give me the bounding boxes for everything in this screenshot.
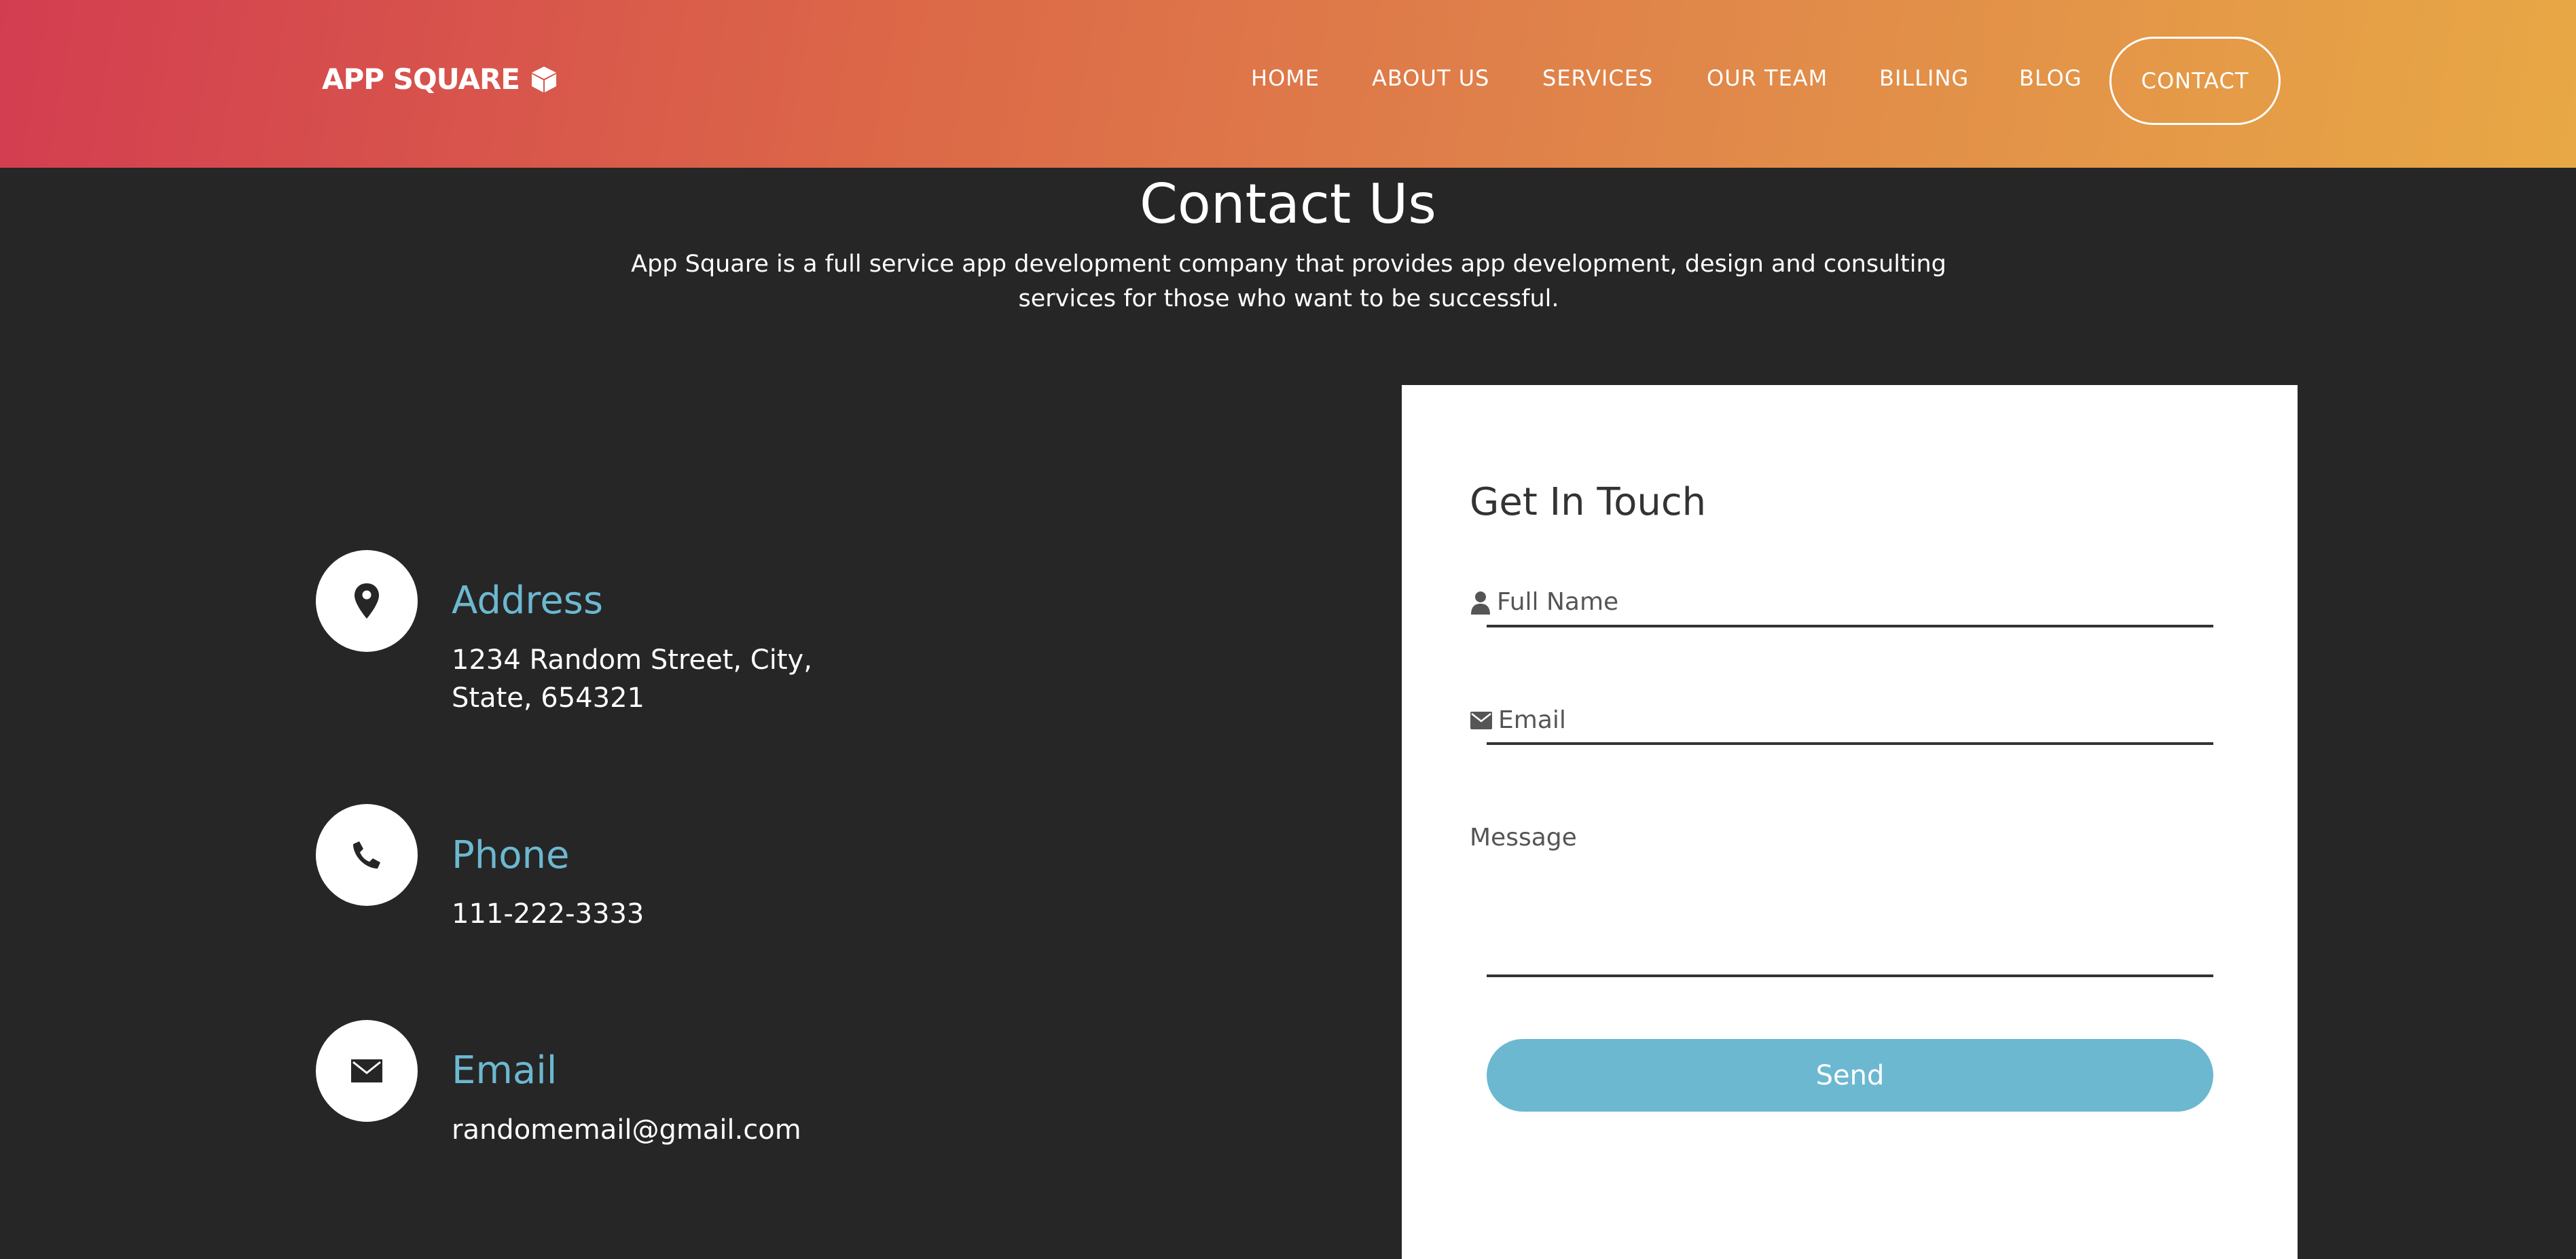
- top-navbar: APP SQUARE HOME ABOUT US SERVICES OUR TE…: [0, 0, 2576, 168]
- full-name-underline: [1487, 625, 2213, 627]
- email-underline: [1487, 742, 2213, 745]
- address-text: 1234 Random Street, City, State, 654321: [452, 644, 812, 714]
- send-button[interactable]: Send: [1487, 1039, 2213, 1112]
- nav-contact-label: CONTACT: [2141, 68, 2249, 94]
- page-description: App Square is a full service app develop…: [631, 251, 1946, 312]
- phone-text: 111-222-3333: [452, 898, 645, 930]
- phone-heading: Phone: [452, 833, 570, 877]
- email-placeholder: Email: [1498, 706, 1566, 734]
- address-icon-circle: [316, 550, 418, 652]
- nav-billing[interactable]: BILLING: [1879, 65, 1969, 91]
- contact-form-card: Get In Touch Full Name Email Message Sen…: [1402, 385, 2298, 1259]
- email-input[interactable]: Email: [1470, 706, 1566, 734]
- message-underline: [1487, 974, 2213, 977]
- nav-contact-button[interactable]: CONTACT: [2109, 37, 2281, 125]
- email-text: randomemail@gmail.com: [452, 1114, 801, 1146]
- brand-name: APP SQUARE: [322, 62, 520, 96]
- page-title: Contact Us: [1140, 172, 1436, 236]
- phone-icon: [353, 841, 380, 869]
- form-title: Get In Touch: [1470, 480, 1707, 524]
- brand-logo[interactable]: APP SQUARE: [322, 60, 559, 98]
- user-icon: [1471, 591, 1490, 615]
- full-name-input[interactable]: Full Name: [1470, 588, 1618, 616]
- email-heading: Email: [452, 1048, 558, 1093]
- envelope-icon: [1470, 711, 1492, 729]
- message-placeholder: Message: [1470, 824, 1577, 852]
- cube-icon: [532, 67, 556, 92]
- nav-home[interactable]: HOME: [1251, 65, 1320, 91]
- nav-services[interactable]: SERVICES: [1542, 65, 1653, 91]
- send-button-label: Send: [1815, 1059, 1885, 1091]
- address-heading: Address: [452, 579, 604, 623]
- email-icon-circle: [316, 1020, 418, 1122]
- nav-blog[interactable]: BLOG: [2019, 65, 2082, 91]
- nav-our-team[interactable]: OUR TEAM: [1707, 65, 1828, 91]
- full-name-placeholder: Full Name: [1497, 588, 1619, 616]
- map-pin-icon: [355, 583, 379, 619]
- phone-icon-circle: [316, 804, 418, 906]
- message-textarea[interactable]: Message: [1470, 824, 1577, 852]
- nav-about-us[interactable]: ABOUT US: [1372, 65, 1489, 91]
- envelope-icon: [351, 1059, 382, 1082]
